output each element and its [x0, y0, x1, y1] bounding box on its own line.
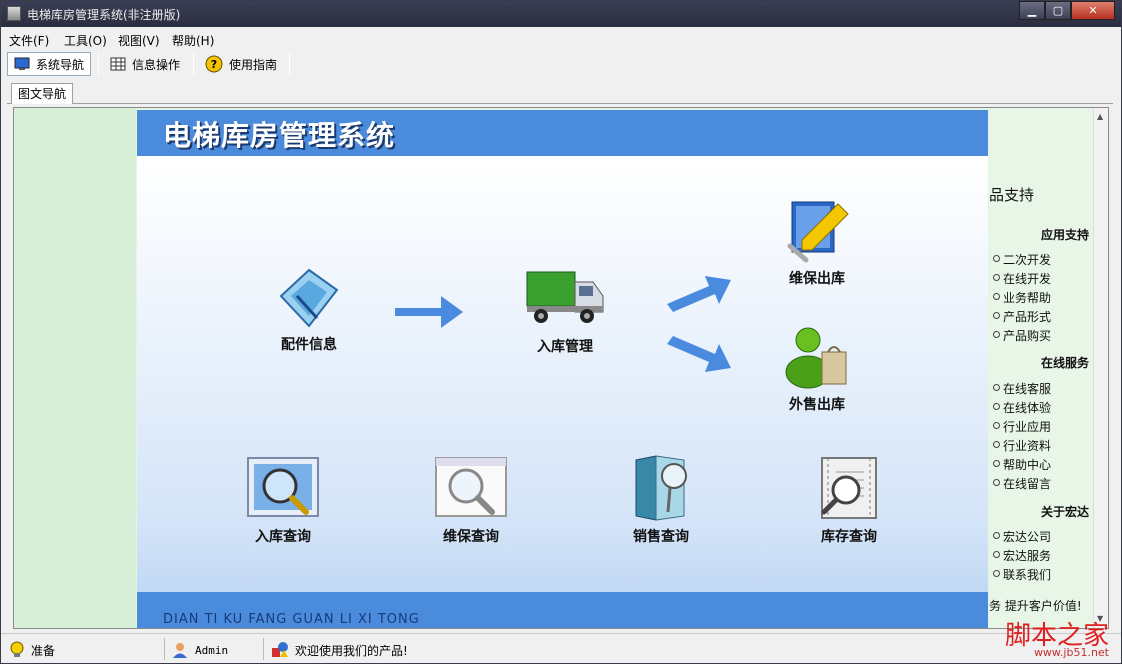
svg-text:?: ?: [211, 58, 217, 71]
menu-help[interactable]: 帮助(H): [172, 32, 214, 49]
query-stock-label: 库存查询: [821, 529, 877, 545]
query-stock-node[interactable]: 库存查询: [807, 454, 891, 546]
query-sale-node[interactable]: 销售查询: [619, 454, 703, 546]
status-welcome: 欢迎使用我们的产品!: [271, 641, 408, 659]
link-industry-app[interactable]: 行业应用: [992, 418, 1051, 435]
parts-label: 配件信息: [281, 337, 337, 353]
support-slogan: 务 提升客户价值!: [989, 599, 1082, 613]
parts-icon: [279, 268, 339, 328]
banner: 电梯库房管理系统: [137, 110, 988, 156]
bulb-icon: [10, 641, 24, 657]
sale-out-node[interactable]: 外售出库: [773, 324, 861, 414]
link-industry-info[interactable]: 行业资料: [992, 437, 1051, 454]
app-icon: [7, 6, 21, 21]
status-welcome-text: 欢迎使用我们的产品!: [295, 643, 408, 658]
stock-in-label: 入库管理: [537, 339, 593, 355]
status-user: Admin: [171, 641, 228, 659]
toolbar-label: 系统导航: [36, 57, 85, 72]
truck-icon: [526, 271, 604, 323]
link-help-center[interactable]: 帮助中心: [992, 456, 1051, 473]
system-nav-button[interactable]: 系统导航: [7, 52, 92, 76]
status-ready-text: 准备: [31, 643, 56, 658]
section-heading-about: 关于宏达: [1040, 505, 1089, 519]
content-area: 电梯库房管理系统 配件信息 入库管理 维保出库 外售出库 入库查询 维保查询 销…: [13, 107, 1109, 629]
menu-file[interactable]: 文件(F): [9, 32, 49, 49]
watermark-url: www.jb51.net: [1033, 646, 1109, 659]
menu-tools[interactable]: 工具(O): [64, 32, 107, 49]
sale-out-label: 外售出库: [789, 397, 845, 413]
maintenance-icon: [787, 201, 849, 263]
footer-banner: DIAN TI KU FANG GUAN LI XI TONG: [137, 592, 988, 628]
query-maintenance-node[interactable]: 维保查询: [429, 454, 513, 546]
tab-graphic-nav[interactable]: 图文导航: [11, 83, 74, 104]
toolbar-divider: [193, 53, 194, 75]
window-title: 电梯库房管理系统(非注册版): [27, 8, 181, 22]
info-operation-button[interactable]: 信息操作: [104, 52, 186, 76]
link-product-form[interactable]: 产品形式: [992, 308, 1051, 325]
maintenance-out-label: 维保出库: [789, 271, 845, 287]
user-guide-button[interactable]: ? 使用指南: [199, 52, 283, 76]
link-product-purchase[interactable]: 产品购买: [992, 327, 1051, 344]
toolbar: 系统导航 信息操作 ? 使用指南: [1, 50, 1121, 78]
shopper-icon: [785, 327, 847, 389]
magnifier-photo-icon: [247, 457, 319, 517]
toolbar-label: 使用指南: [229, 57, 278, 72]
query-in-label: 入库查询: [255, 529, 311, 545]
app-window: 电梯库房管理系统(非注册版) ▁ ▢ ✕ 文件(F) 工具(O) 视图(V) 帮…: [0, 0, 1122, 664]
minimize-button[interactable]: ▁: [1019, 1, 1045, 20]
link-leave-message[interactable]: 在线留言: [992, 475, 1051, 492]
link-online-trial[interactable]: 在线体验: [992, 399, 1051, 416]
user-icon: [173, 643, 187, 658]
close-button[interactable]: ✕: [1071, 1, 1115, 20]
magnifier-film-icon: [821, 457, 877, 519]
link-company[interactable]: 宏达公司: [992, 528, 1051, 545]
query-in-node[interactable]: 入库查询: [241, 454, 325, 546]
section-heading-online-service: 在线服务: [1040, 356, 1089, 370]
shapes-icon: [272, 642, 288, 657]
navigation-panel: 电梯库房管理系统 配件信息 入库管理 维保出库 外售出库 入库查询 维保查询 销…: [137, 110, 988, 628]
status-divider: [164, 638, 165, 660]
magnifier-book-icon: [635, 455, 687, 521]
pinyin-subtitle: DIAN TI KU FANG GUAN LI XI TONG: [163, 612, 420, 627]
monitor-icon: [14, 57, 30, 70]
status-bar: 准备 Admin 欢迎使用我们的产品!: [1, 633, 1121, 663]
toolbar-divider: [98, 53, 99, 75]
stock-in-node[interactable]: 入库管理: [515, 266, 615, 356]
link-contact-us[interactable]: 联系我们: [992, 566, 1051, 583]
section-heading-app-support: 应用支持: [1040, 228, 1089, 242]
title-bar: 电梯库房管理系统(非注册版) ▁ ▢ ✕: [1, 1, 1121, 27]
toolbar-divider: [289, 53, 290, 75]
maintenance-out-node[interactable]: 维保出库: [773, 198, 861, 288]
status-ready: 准备: [9, 641, 55, 659]
toolbar-label: 信息操作: [132, 57, 181, 72]
support-title: 品支持: [989, 186, 1035, 204]
link-business-help[interactable]: 业务帮助: [992, 289, 1051, 306]
grid-icon: [110, 57, 126, 71]
link-company-service[interactable]: 宏达服务: [992, 547, 1051, 564]
link-online-dev[interactable]: 在线开发: [992, 270, 1051, 287]
status-user-text: Admin: [195, 643, 229, 657]
link-online-support[interactable]: 在线客服: [992, 380, 1051, 397]
parts-info-node[interactable]: 配件信息: [269, 266, 349, 354]
vertical-scrollbar[interactable]: ▲ ▼: [1093, 108, 1108, 628]
support-pane: 品支持 应用支持 二次开发 在线开发 业务帮助 产品形式 产品购买 在线服务 在…: [989, 108, 1093, 628]
left-margin: [14, 108, 136, 628]
arrow-right-icon: [395, 296, 463, 328]
magnifier-document-icon: [435, 457, 507, 517]
status-divider: [263, 638, 264, 660]
link-secondary-dev[interactable]: 二次开发: [992, 251, 1051, 268]
help-icon: ?: [205, 55, 223, 73]
tab-strip: 图文导航: [7, 82, 1113, 104]
query-maintenance-label: 维保查询: [443, 529, 499, 545]
scroll-up-icon[interactable]: ▲: [1097, 112, 1103, 121]
maximize-button[interactable]: ▢: [1045, 1, 1071, 20]
system-title: 电梯库房管理系统: [163, 119, 396, 152]
arrow-down-right-icon: [667, 336, 731, 372]
query-sale-label: 销售查询: [633, 529, 689, 545]
menu-bar: 文件(F) 工具(O) 视图(V) 帮助(H): [1, 29, 1121, 49]
menu-view[interactable]: 视图(V): [118, 32, 160, 49]
arrow-up-right-icon: [667, 276, 731, 312]
